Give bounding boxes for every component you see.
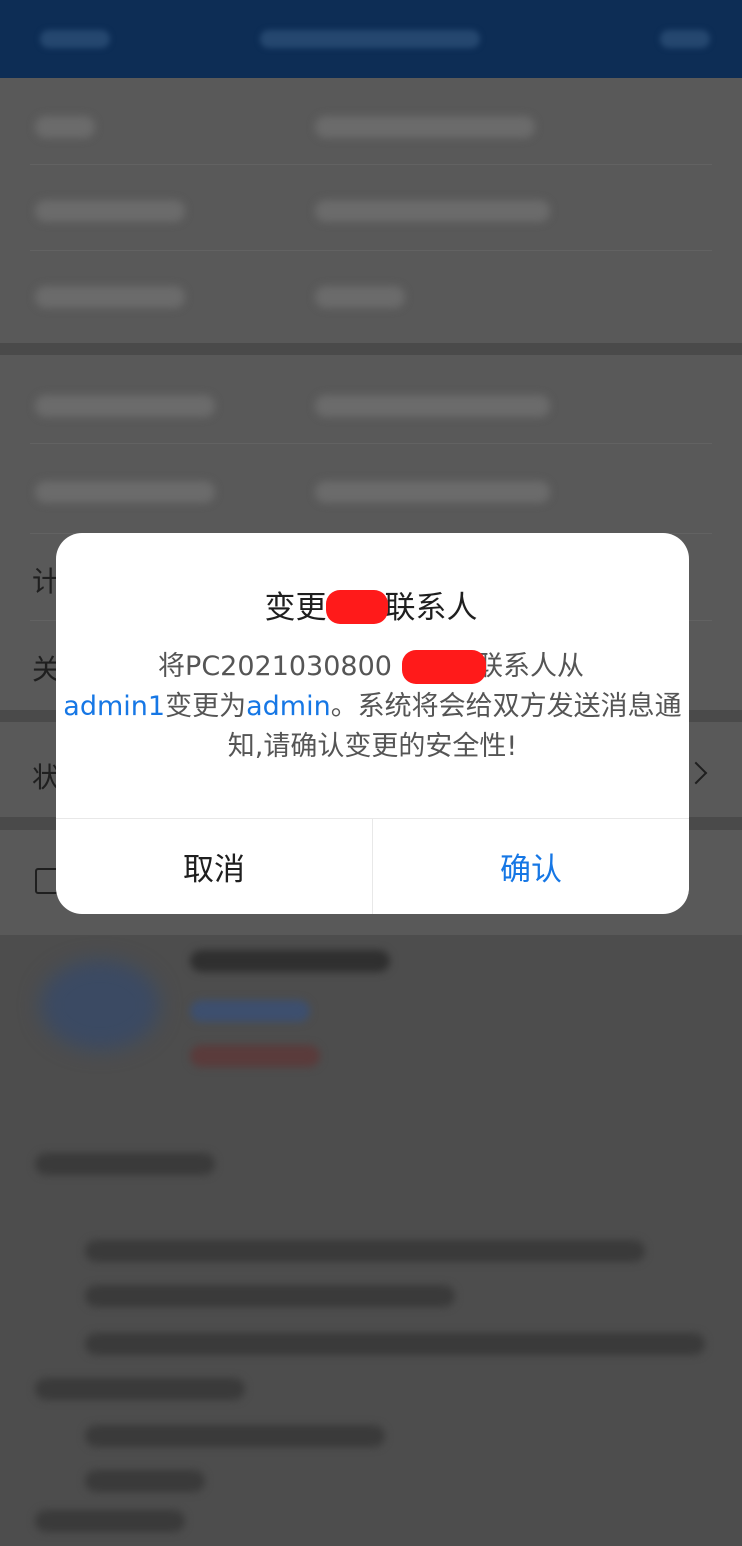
to-user: admin: [246, 691, 331, 722]
cancel-button[interactable]: 取消: [56, 819, 373, 914]
modal-overlay: 变更 联系人 将PC2021030800 联系人从 admin1变更为admin。系…: [0, 0, 742, 1546]
redaction-mark: [326, 590, 388, 624]
confirm-button[interactable]: 确认: [373, 819, 689, 914]
dialog-message: 将PC2021030800 联系人从: [158, 651, 584, 682]
dialog-buttons: 取消 确认: [56, 818, 689, 914]
from-user: admin1: [63, 691, 166, 722]
dialog-message-cont: admin1变更为admin。系统将会给双方发送消息通知,请确认变更的安全性!: [63, 691, 682, 762]
redaction-mark: [402, 650, 486, 684]
